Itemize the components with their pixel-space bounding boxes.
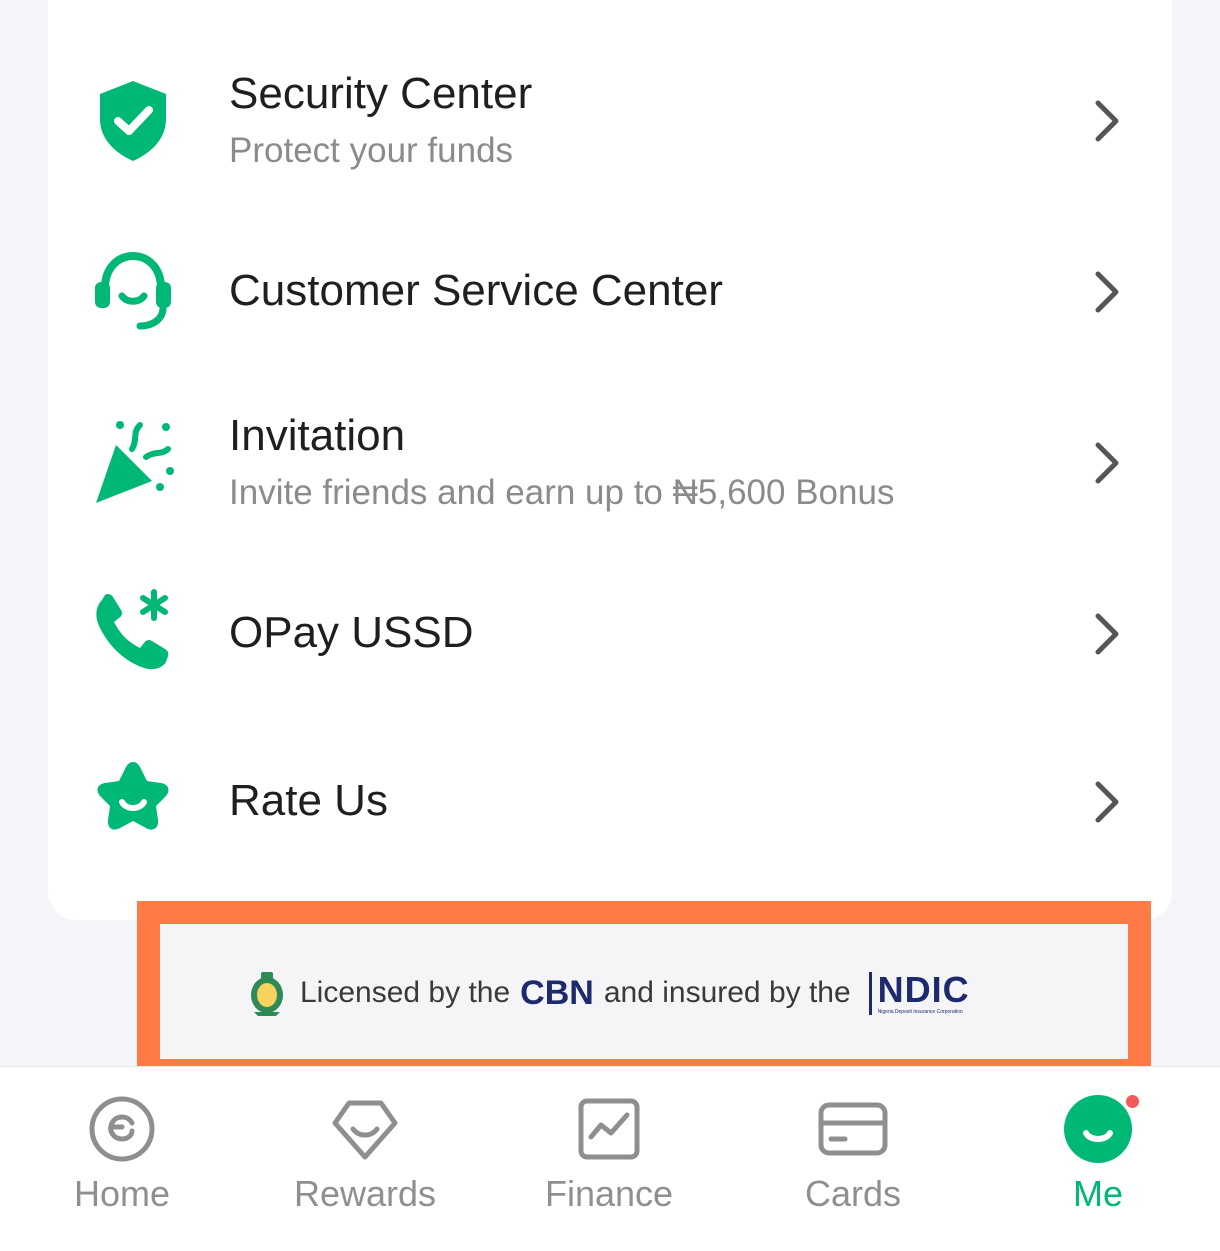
tab-me[interactable]: Me (998, 1067, 1198, 1251)
me-page: Security Center Protect your funds Custo… (0, 0, 1220, 1251)
notification-dot (1126, 1095, 1139, 1108)
chevron-right-icon (1088, 610, 1124, 658)
tab-home[interactable]: Home (22, 1067, 222, 1251)
tab-label: Cards (804, 1173, 902, 1214)
tab-label: Home (73, 1173, 171, 1214)
shield-check-icon (88, 75, 178, 165)
license-prefix: Licensed by the (300, 976, 511, 1009)
party-popper-icon (88, 415, 178, 505)
menu-title: OPay USSD (229, 608, 474, 657)
tab-label: Rewards (293, 1173, 437, 1214)
tab-label: Finance (544, 1173, 674, 1214)
chevron-right-icon (1088, 439, 1124, 487)
tab-rewards[interactable]: Rewards (265, 1067, 465, 1251)
me-face-icon (1062, 1093, 1134, 1165)
bottom-tab-bar: Home Rewards Finance Cards Me (0, 1066, 1220, 1251)
cbn-label: CBN (520, 973, 594, 1012)
ndic-full-name: Nigeria Deposit Insurance Corporation (877, 1008, 963, 1015)
menu-item-opay-ussd[interactable]: OPay USSD (48, 558, 1172, 708)
tab-finance[interactable]: Finance (509, 1067, 709, 1251)
chevron-right-icon (1088, 268, 1124, 316)
tab-cards[interactable]: Cards (753, 1067, 953, 1251)
menu-title: Rate Us (229, 776, 388, 825)
menu-title: Invitation (229, 411, 406, 460)
license-middle: and insured by the (603, 976, 851, 1009)
home-circle-icon (86, 1093, 158, 1165)
menu-subtitle: Protect your funds (229, 131, 514, 170)
menu-item-customer-service[interactable]: Customer Service Center (48, 216, 1172, 366)
phone-asterisk-icon (88, 586, 178, 676)
menu-card: Security Center Protect your funds Custo… (48, 0, 1172, 920)
rewards-gem-icon (329, 1093, 401, 1165)
menu-title: Security Center (229, 69, 533, 118)
smiling-star-icon (88, 756, 178, 846)
license-line: Licensed by the CBN and insured by the N… (246, 968, 970, 1018)
license-banner: Licensed by the CBN and insured by the N… (137, 901, 1151, 1082)
chevron-right-icon (1088, 778, 1124, 826)
menu-item-invitation[interactable]: Invitation Invite friends and earn up to… (48, 387, 1172, 537)
chevron-right-icon (1088, 97, 1124, 145)
headset-icon (88, 246, 178, 336)
menu-item-security-center[interactable]: Security Center Protect your funds (48, 45, 1172, 195)
tab-label: Me (1072, 1173, 1123, 1214)
menu-item-rate-us[interactable]: Rate Us (48, 726, 1172, 876)
card-icon (817, 1093, 889, 1165)
menu-subtitle: Invite friends and earn up to ₦5,600 Bon… (229, 473, 895, 512)
ndic-label: NDIC (877, 968, 970, 1010)
ndic-logo: NDIC Nigeria Deposit Insurance Corporati… (868, 968, 970, 1015)
finance-chart-icon (573, 1093, 645, 1165)
cbn-crest-icon (246, 968, 288, 1018)
menu-title: Customer Service Center (229, 266, 723, 315)
